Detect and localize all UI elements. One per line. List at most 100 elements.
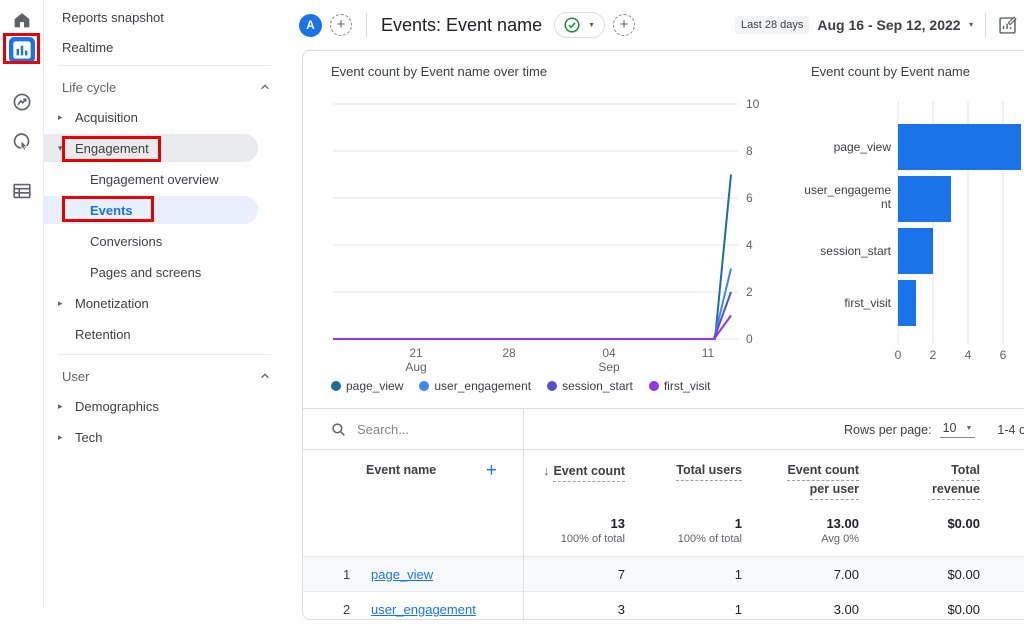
x-tick: 11 xyxy=(702,346,715,360)
bar-first-visit xyxy=(898,280,916,326)
bar-page-view xyxy=(898,124,1021,170)
home-icon[interactable] xyxy=(11,9,33,31)
check-circle-icon xyxy=(564,17,580,33)
x-tick: 28 xyxy=(502,346,516,360)
nav-item-realtime[interactable]: Realtime xyxy=(44,33,287,61)
column-header-total-users[interactable]: Total users xyxy=(625,462,742,507)
nav-divider xyxy=(58,65,271,66)
x-tick: 04 xyxy=(602,346,616,360)
cell-total-users: 1 xyxy=(625,602,742,617)
section-label: Life cycle xyxy=(62,80,116,95)
nav-label: Retention xyxy=(75,327,131,342)
column-header-event-count[interactable]: ↓Event count xyxy=(523,462,625,507)
legend-item-page-view: page_view xyxy=(331,379,403,393)
legend-item-session-start: session_start xyxy=(547,379,633,393)
table-row: 2 user_engagement 3 1 3.00 $0.00 xyxy=(303,592,1024,627)
nav-item-events[interactable]: Events xyxy=(44,196,258,224)
nav-label: Engagement overview xyxy=(90,172,219,187)
x-tick: 4 xyxy=(965,348,972,362)
expand-arrow-icon: ▸ xyxy=(58,298,63,309)
legend-label: user_engagement xyxy=(434,379,531,393)
bar-chart-title: Event count by Event name xyxy=(811,64,970,79)
comparison-avatar[interactable]: A xyxy=(299,14,322,37)
nav-item-reports-snapshot[interactable]: Reports snapshot xyxy=(44,3,287,31)
customize-report-icon[interactable] xyxy=(997,15,1018,36)
all-users-filter-chip[interactable]: ▼ xyxy=(554,12,605,38)
cell-per-user: 3.00 xyxy=(742,602,859,617)
y-tick: 0 xyxy=(746,332,753,346)
search-icon xyxy=(331,422,346,437)
search-input[interactable] xyxy=(357,422,507,437)
totals-per-user: 13.00 xyxy=(742,515,859,532)
nav-item-retention[interactable]: Retention xyxy=(44,320,287,348)
totals-event-count: 13 xyxy=(523,515,625,532)
event-name-link[interactable]: user_engagement xyxy=(371,602,476,617)
bar-category-label: nt xyxy=(881,197,892,211)
cell-total-users: 1 xyxy=(625,567,742,582)
cell-per-user: 7.00 xyxy=(742,567,859,582)
column-label: Total xyxy=(951,462,980,481)
table-header-row: Event name + ↓Event count Total users Ev… xyxy=(303,450,1024,507)
legend-label: first_visit xyxy=(664,379,711,393)
column-label: Event name xyxy=(366,462,436,479)
legend-dot xyxy=(419,381,429,391)
nav-section-life-cycle[interactable]: Life cycle xyxy=(44,73,287,101)
event-name-link[interactable]: page_view xyxy=(371,567,433,582)
legend-label: page_view xyxy=(346,379,403,393)
x-tick: Aug xyxy=(405,360,426,374)
caret-down-icon: ▼ xyxy=(965,425,972,432)
nav-label: Realtime xyxy=(62,40,113,55)
nav-item-monetization[interactable]: ▸ Monetization xyxy=(44,289,287,317)
rows-per-page-select[interactable]: 10 ▼ xyxy=(940,421,976,438)
x-tick: Sep xyxy=(598,360,620,374)
nav-item-pages-and-screens[interactable]: Pages and screens xyxy=(44,258,287,286)
ga4-events-report: { "header": { "avatar": "A", "title": "E… xyxy=(0,0,1024,608)
collapse-arrow-icon: ▾ xyxy=(58,143,63,154)
nav-item-tech[interactable]: ▸ Tech xyxy=(44,423,287,451)
add-filter-button[interactable]: + xyxy=(613,14,635,36)
header-right-controls: Last 28 days Aug 16 - Sep 12, 2022 ▼ xyxy=(735,0,1024,50)
x-tick: 6 xyxy=(1000,348,1007,362)
library-icon[interactable] xyxy=(11,180,33,202)
y-tick: 4 xyxy=(746,238,753,252)
add-dimension-button[interactable]: + xyxy=(486,462,497,479)
y-tick: 6 xyxy=(746,191,753,205)
date-range-selector[interactable]: Aug 16 - Sep 12, 2022 xyxy=(817,17,960,33)
report-content-card: Event count by Event name over time 10 8… xyxy=(302,50,1024,620)
y-tick: 8 xyxy=(746,144,753,158)
reports-icon[interactable] xyxy=(9,37,35,63)
nav-label: Events xyxy=(90,203,133,218)
nav-item-acquisition[interactable]: ▸ Acquisition xyxy=(44,103,287,131)
totals-event-count-sub: 100% of total xyxy=(523,532,625,547)
advertising-icon[interactable] xyxy=(11,131,33,153)
nav-label: Reports snapshot xyxy=(62,10,164,25)
nav-section-user[interactable]: User xyxy=(44,362,287,390)
line-chart: 10 8 6 4 2 0 21 Aug 28 04 Sep 11 xyxy=(303,91,781,386)
legend-dot xyxy=(547,381,557,391)
add-comparison-button[interactable]: + xyxy=(330,14,352,36)
column-label: per user xyxy=(810,481,859,500)
column-header-event-name: Event name + xyxy=(303,462,523,507)
legend-dot xyxy=(649,381,659,391)
line-series-first-visit xyxy=(333,316,731,340)
caret-down-icon: ▼ xyxy=(588,22,595,29)
nav-label: Pages and screens xyxy=(90,265,201,280)
header-divider xyxy=(366,13,367,37)
reports-nav: Reports snapshot Realtime Life cycle ▸ A… xyxy=(44,0,287,608)
line-series-session-start xyxy=(333,292,731,339)
nav-item-conversions[interactable]: Conversions xyxy=(44,227,287,255)
chevron-up-icon xyxy=(259,370,271,382)
sort-descending-icon: ↓ xyxy=(543,463,550,478)
column-header-event-count-per-user[interactable]: Event count per user xyxy=(742,462,859,507)
table-column-divider xyxy=(523,408,524,621)
nav-item-engagement-overview[interactable]: Engagement overview xyxy=(44,165,287,193)
bar-user-engagement xyxy=(898,176,951,222)
line-chart-title: Event count by Event name over time xyxy=(331,64,547,79)
nav-label: Monetization xyxy=(75,296,149,311)
explore-icon[interactable] xyxy=(11,91,33,113)
nav-item-engagement[interactable]: ▾ Engagement xyxy=(44,134,258,162)
pagination-range: 1-4 of 4 xyxy=(997,423,1024,437)
y-tick: 10 xyxy=(746,97,760,111)
nav-item-demographics[interactable]: ▸ Demographics xyxy=(44,392,287,420)
column-header-total-revenue[interactable]: Total revenue xyxy=(859,462,980,507)
